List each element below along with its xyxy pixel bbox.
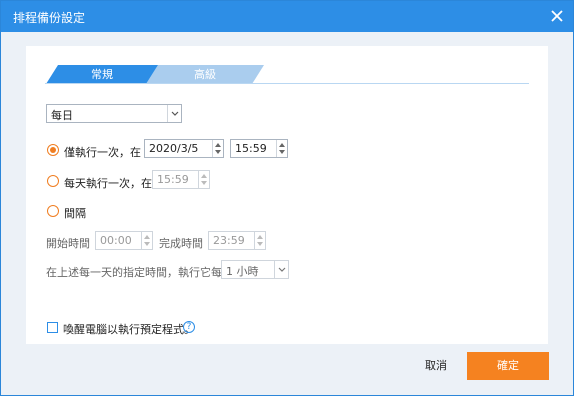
close-icon[interactable] xyxy=(547,6,567,26)
end-time-value: 23:59 xyxy=(213,234,245,247)
start-time-input[interactable]: 00:00 xyxy=(95,231,153,250)
title-bar[interactable]: 排程備份設定 xyxy=(1,1,573,32)
start-time-value: 00:00 xyxy=(100,234,132,247)
wake-checkbox[interactable] xyxy=(47,322,58,333)
wake-label: 喚醒電腦以執行預定程式。 xyxy=(63,323,195,336)
tab-general[interactable]: 常規 xyxy=(46,65,158,84)
end-time-input[interactable]: 23:59 xyxy=(208,231,266,250)
daily-label: 每天執行一次，在 xyxy=(64,177,152,190)
start-time-stepper[interactable] xyxy=(141,232,152,249)
tab-advanced-label: 高級 xyxy=(194,68,216,81)
end-time-stepper[interactable] xyxy=(254,232,265,249)
daily-time-value: 15:59 xyxy=(157,173,189,186)
daily-time-stepper[interactable] xyxy=(198,171,209,188)
settings-panel: 高級 常規 每日 僅執行一次，在 2020/3/5 15:59 每天執行一次，在… xyxy=(26,46,548,344)
tab-underline xyxy=(45,83,529,84)
cancel-button[interactable]: 取消 xyxy=(411,353,461,379)
once-time-input[interactable]: 15:59 xyxy=(230,139,288,158)
once-date-stepper[interactable] xyxy=(212,140,223,157)
chevron-down-icon xyxy=(167,105,181,122)
daily-time-input[interactable]: 15:59 xyxy=(152,170,210,189)
end-time-label: 完成時間 xyxy=(159,237,203,250)
interval-label: 間隔 xyxy=(64,207,86,220)
once-label: 僅執行一次，在 xyxy=(64,146,141,159)
question-circle-icon[interactable]: ? xyxy=(183,321,195,333)
repeat-interval-value: 1 小時 xyxy=(226,265,259,278)
frequency-value: 每日 xyxy=(51,109,73,122)
chevron-down-icon xyxy=(274,261,288,278)
radio-daily[interactable] xyxy=(47,175,59,187)
tab-advanced[interactable]: 高級 xyxy=(146,65,264,84)
schedule-backup-dialog: 排程備份設定 高級 常規 每日 僅執行一次，在 2020/3/5 15:59 每… xyxy=(0,0,574,396)
dialog-title: 排程備份設定 xyxy=(13,11,86,25)
repeat-label: 在上述每一天的指定時間，執行它每隔 xyxy=(46,266,233,279)
tab-general-label: 常規 xyxy=(91,68,113,81)
frequency-select[interactable]: 每日 xyxy=(46,104,182,123)
tab-bar: 高級 常規 xyxy=(46,65,516,85)
once-date-input[interactable]: 2020/3/5 xyxy=(144,139,224,158)
repeat-interval-select[interactable]: 1 小時 xyxy=(221,260,289,279)
radio-interval[interactable] xyxy=(47,205,59,217)
once-time-stepper[interactable] xyxy=(276,140,287,157)
once-time-value: 15:59 xyxy=(235,142,267,155)
start-time-label: 開始時間 xyxy=(46,237,90,250)
ok-button[interactable]: 確定 xyxy=(467,352,549,380)
once-date-value: 2020/3/5 xyxy=(149,142,199,155)
radio-once[interactable] xyxy=(47,144,59,156)
